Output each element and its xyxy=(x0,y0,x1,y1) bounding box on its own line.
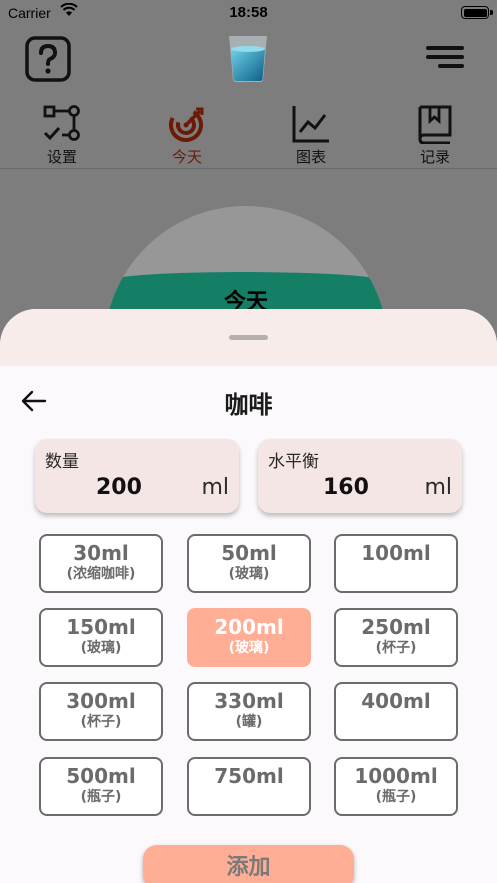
option-sub: (玻璃) xyxy=(80,640,122,656)
option-sub: (罐) xyxy=(235,714,263,730)
option-sub: (瓶子) xyxy=(375,789,417,805)
clock: 18:58 xyxy=(229,4,268,21)
help-icon[interactable] xyxy=(25,36,71,82)
option-1000ml[interactable]: 1000ml (瓶子) xyxy=(334,757,458,816)
option-sub: (浓缩咖啡) xyxy=(66,566,136,582)
menu-icon[interactable] xyxy=(426,44,464,70)
option-400ml[interactable]: 400ml xyxy=(334,682,458,741)
option-100ml[interactable]: 100ml xyxy=(334,534,458,593)
option-value: 30ml xyxy=(73,541,129,565)
option-150ml[interactable]: 150ml (玻璃) xyxy=(39,608,163,667)
balance-unit: ml xyxy=(424,475,452,500)
today-target-icon xyxy=(169,107,204,142)
tab-records-label: 记录 xyxy=(419,148,450,166)
tab-chart-label: 图表 xyxy=(295,148,326,166)
option-330ml[interactable]: 330ml (罐) xyxy=(187,682,311,741)
battery-icon xyxy=(461,6,493,19)
option-value: 330ml xyxy=(214,689,284,713)
tab-settings-label: 设置 xyxy=(46,148,77,166)
option-sub: (玻璃) xyxy=(228,640,270,656)
option-value: 100ml xyxy=(361,541,431,565)
sheet-drag-handle[interactable] xyxy=(229,335,268,340)
option-200ml[interactable]: 200ml (玻璃) xyxy=(187,608,311,667)
water-glass-logo-icon xyxy=(229,36,267,82)
option-value: 750ml xyxy=(214,764,284,788)
tab-today[interactable]: 今天 xyxy=(147,104,227,168)
balance-value: 160 xyxy=(323,475,369,500)
option-750ml[interactable]: 750ml xyxy=(187,757,311,816)
option-250ml[interactable]: 250ml (杯子) xyxy=(334,608,458,667)
option-500ml[interactable]: 500ml (瓶子) xyxy=(39,757,163,816)
option-sub: (杯子) xyxy=(375,640,417,656)
settings-flow-icon xyxy=(43,105,80,141)
option-sub: (瓶子) xyxy=(80,789,122,805)
amount-value: 200 xyxy=(96,475,142,500)
tab-bar: 设置 今天 图表 记录 xyxy=(0,104,497,168)
option-sub: (杯子) xyxy=(80,714,122,730)
amount-unit: ml xyxy=(201,475,229,500)
amount-card[interactable]: 数量 200 ml xyxy=(35,439,239,513)
add-button[interactable]: 添加 xyxy=(143,845,354,883)
tab-today-label: 今天 xyxy=(171,148,202,166)
option-value: 250ml xyxy=(361,615,431,639)
balance-label: 水平衡 xyxy=(268,452,319,472)
option-value: 400ml xyxy=(361,689,431,713)
record-book-icon xyxy=(418,105,452,144)
amount-label: 数量 xyxy=(45,452,79,472)
option-value: 150ml xyxy=(66,615,136,639)
option-value: 500ml xyxy=(66,764,136,788)
status-bar: Carrier 18:58 xyxy=(0,0,497,26)
drink-amount-sheet: 咖啡 数量 200 ml 水平衡 160 ml 30ml (浓缩咖啡) 50ml… xyxy=(0,309,497,883)
sheet-title: 咖啡 xyxy=(224,391,273,419)
tab-records[interactable]: 记录 xyxy=(395,104,475,168)
balance-card[interactable]: 水平衡 160 ml xyxy=(258,439,462,513)
tab-divider xyxy=(0,168,497,169)
option-value: 200ml xyxy=(214,615,284,639)
option-sub: (玻璃) xyxy=(228,566,270,582)
option-50ml[interactable]: 50ml (玻璃) xyxy=(187,534,311,593)
chart-icon xyxy=(292,106,329,143)
tab-settings[interactable]: 设置 xyxy=(22,104,102,168)
option-300ml[interactable]: 300ml (杯子) xyxy=(39,682,163,741)
option-value: 300ml xyxy=(66,689,136,713)
option-30ml[interactable]: 30ml (浓缩咖啡) xyxy=(39,534,163,593)
tab-chart[interactable]: 图表 xyxy=(271,104,351,168)
option-value: 1000ml xyxy=(354,764,438,788)
option-value: 50ml xyxy=(221,541,277,565)
